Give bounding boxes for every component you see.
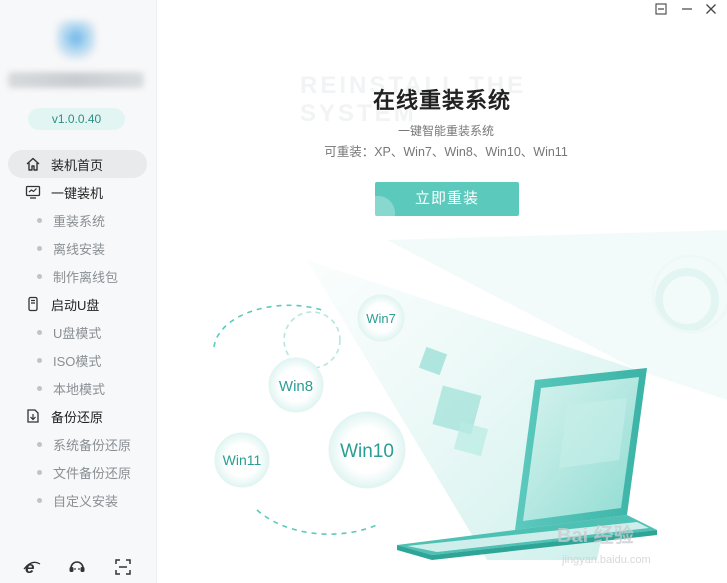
backup-icon — [24, 407, 42, 425]
app-window: v1.0.0.40 装机首页 一键装机 重装系统 离线安装 制作离线包 启动U盘… — [0, 0, 727, 583]
sidebar-item-reinstall-system[interactable]: 重装系统 — [0, 206, 157, 234]
sidebar-item-label: U盘模式 — [53, 325, 102, 341]
sidebar-item-file-backup-restore[interactable]: 文件备份还原 — [0, 458, 157, 486]
win11-label: Win11 — [223, 452, 262, 468]
sidebar-menu: 装机首页 一键装机 重装系统 离线安装 制作离线包 启动U盘 U盘模式 ISO模… — [0, 150, 157, 514]
sidebar-item-label: 一键装机 — [51, 185, 104, 201]
win8-bubble: Win8 — [268, 357, 324, 413]
browser-e-icon[interactable]: e — [21, 556, 43, 578]
sidebar-item-label: 备份还原 — [51, 409, 104, 425]
win11-bubble: Win11 — [214, 432, 270, 488]
sidebar-item-backup-restore[interactable]: 备份还原 — [0, 402, 157, 430]
home-icon — [24, 155, 42, 173]
reinstall-now-button[interactable]: 立即重装 — [375, 182, 519, 216]
bullet-icon — [37, 441, 42, 447]
minimize-button[interactable] — [652, 2, 670, 20]
sidebar-item-label: 自定义安装 — [53, 493, 119, 509]
sidebar-item-custom-install[interactable]: 自定义安装 — [0, 486, 157, 514]
sidebar-item-home[interactable]: 装机首页 — [8, 150, 147, 178]
sidebar-item-boot-usb[interactable]: 启动U盘 — [0, 290, 157, 318]
page-title: 在线重装系统 — [372, 88, 511, 113]
sidebar-item-label: 系统备份还原 — [53, 437, 132, 453]
watermark-url: jingyan.baidu.com — [561, 554, 651, 566]
monitor-icon — [24, 183, 42, 201]
app-name-blurred — [8, 72, 144, 88]
win8-label: Win8 — [279, 378, 313, 395]
sidebar-footer: e — [0, 556, 157, 580]
bullet-icon — [37, 217, 42, 223]
logo — [6, 8, 146, 96]
supported-systems-text: 可重装：XP、Win7、Win8、Win10、Win11 — [324, 145, 568, 159]
close-button[interactable] — [702, 2, 720, 20]
sidebar-item-iso-mode[interactable]: ISO模式 — [0, 346, 157, 374]
dashed-orbit — [256, 509, 378, 535]
minimize-line-icon — [680, 2, 694, 21]
watermark-brand: Bai 经验 — [557, 523, 634, 547]
win10-label: Win10 — [340, 441, 394, 462]
bullet-icon — [37, 273, 42, 279]
sidebar-item-label: 装机首页 — [51, 157, 104, 173]
dashed-orbit — [213, 304, 323, 348]
sidebar: v1.0.0.40 装机首页 一键装机 重装系统 离线安装 制作离线包 启动U盘… — [0, 0, 157, 583]
usb-icon — [24, 295, 42, 313]
sidebar-item-label: 文件备份还原 — [53, 465, 132, 481]
bullet-icon — [37, 385, 42, 391]
bullet-icon — [37, 357, 42, 363]
sidebar-item-usb-mode[interactable]: U盘模式 — [0, 318, 157, 346]
bullet-icon — [37, 329, 42, 335]
win10-bubble: Win10 — [328, 411, 406, 489]
screenshot-icon[interactable] — [112, 556, 134, 578]
sidebar-item-one-click-install[interactable]: 一键装机 — [0, 178, 157, 206]
sidebar-item-label: 启动U盘 — [51, 297, 100, 313]
bullet-icon — [37, 497, 42, 503]
sidebar-item-make-offline-package[interactable]: 制作离线包 — [0, 262, 157, 290]
sidebar-item-label: 制作离线包 — [53, 269, 119, 285]
support-chat-icon[interactable] — [66, 556, 88, 578]
win7-bubble: Win7 — [357, 294, 405, 342]
sidebar-item-label: 本地模式 — [53, 381, 106, 397]
page-subtitle: 一键智能重装系统 — [397, 124, 494, 138]
reinstall-now-label: 立即重装 — [414, 190, 479, 207]
sidebar-item-local-mode[interactable]: 本地模式 — [0, 374, 157, 402]
win7-label: Win7 — [366, 311, 396, 326]
bullet-icon — [37, 245, 42, 251]
logo-image — [56, 20, 96, 60]
sidebar-item-label: 离线安装 — [53, 241, 106, 257]
sidebar-item-system-backup-restore[interactable]: 系统备份还原 — [0, 430, 157, 458]
hero-illustration: Win7 Win8 Win10 Win11 Bai 经验 jingyan.bai… — [213, 230, 727, 566]
sidebar-item-label: 重装系统 — [53, 213, 106, 229]
sidebar-item-label: ISO模式 — [53, 353, 102, 369]
svg-text:e: e — [25, 558, 34, 577]
close-icon — [704, 2, 718, 21]
bullet-icon — [37, 469, 42, 475]
minimize-icon — [654, 2, 668, 21]
close-window-button-left[interactable] — [678, 2, 696, 20]
version-badge: v1.0.0.40 — [28, 108, 125, 130]
sidebar-item-offline-install[interactable]: 离线安装 — [0, 234, 157, 262]
